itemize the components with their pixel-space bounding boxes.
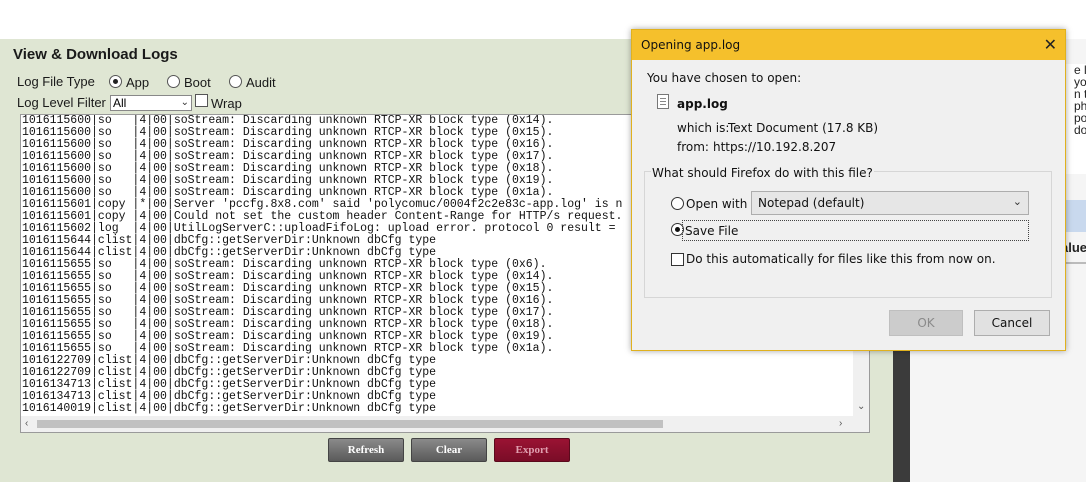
wrap-label: Wrap (211, 96, 242, 111)
log-level-select[interactable]: All ⌄ (110, 95, 192, 111)
scroll-down-icon[interactable]: ⌄ (857, 401, 865, 412)
radio-app-label[interactable]: App (126, 75, 149, 90)
file-name: app.log (677, 97, 728, 111)
log-level-filter-label: Log Level Filter (17, 95, 106, 110)
radio-boot[interactable] (167, 75, 180, 88)
open-with-app: Notepad (default) (758, 196, 865, 210)
page-title: View & Download Logs (13, 46, 178, 63)
cancel-button[interactable]: Cancel (974, 310, 1050, 336)
export-button[interactable]: Export (494, 438, 570, 462)
scroll-left-icon[interactable]: ‹ (25, 418, 28, 429)
horizontal-scrollbar[interactable]: ‹ › (21, 416, 869, 432)
open-with-radio[interactable] (671, 197, 684, 210)
close-icon[interactable]: ✕ (1044, 35, 1057, 55)
open-with-select[interactable]: Notepad (default) ⌄ (751, 191, 1029, 215)
ok-button[interactable]: OK (889, 310, 963, 336)
log-file-type-label: Log File Type (17, 74, 95, 89)
save-file-label[interactable]: Save File (685, 224, 738, 238)
radio-app[interactable] (109, 75, 122, 88)
log-line: 1016140019|clist|4|00|dbCfg::getServerDi… (22, 402, 437, 415)
scroll-right-icon[interactable]: › (839, 418, 842, 429)
clear-button[interactable]: Clear (411, 438, 487, 462)
file-icon (657, 94, 669, 109)
horizontal-scroll-thumb[interactable] (37, 420, 663, 428)
refresh-button[interactable]: Refresh (328, 438, 404, 462)
log-level-value: All (113, 96, 127, 110)
dialog-title: Opening app.log (641, 38, 741, 52)
from-value: https://10.192.8.207 (713, 140, 837, 154)
which-is-label: which is: (677, 121, 730, 135)
chevron-down-icon: ⌄ (1012, 196, 1022, 208)
wrap-checkbox[interactable] (195, 94, 208, 107)
auto-checkbox[interactable] (671, 253, 684, 266)
from-label: from: (677, 140, 709, 154)
radio-audit[interactable] (229, 75, 242, 88)
auto-label[interactable]: Do this automatically for files like thi… (686, 252, 996, 266)
chosen-text: You have chosen to open: (647, 71, 802, 85)
radio-boot-label[interactable]: Boot (184, 75, 211, 90)
log-content: 1016115600|so |4|00|soStream: Discarding… (22, 115, 622, 415)
radio-audit-label[interactable]: Audit (246, 75, 276, 90)
open-with-label[interactable]: Open with (686, 197, 747, 211)
download-dialog: Opening app.log ✕ You have chosen to ope… (631, 29, 1066, 351)
action-question: What should Firefox do with this file? (651, 166, 874, 180)
which-is-value: Text Document (17.8 KB) (728, 121, 879, 135)
chevron-down-icon: ⌄ (180, 97, 189, 108)
dialog-titlebar: Opening app.log ✕ (632, 30, 1065, 60)
